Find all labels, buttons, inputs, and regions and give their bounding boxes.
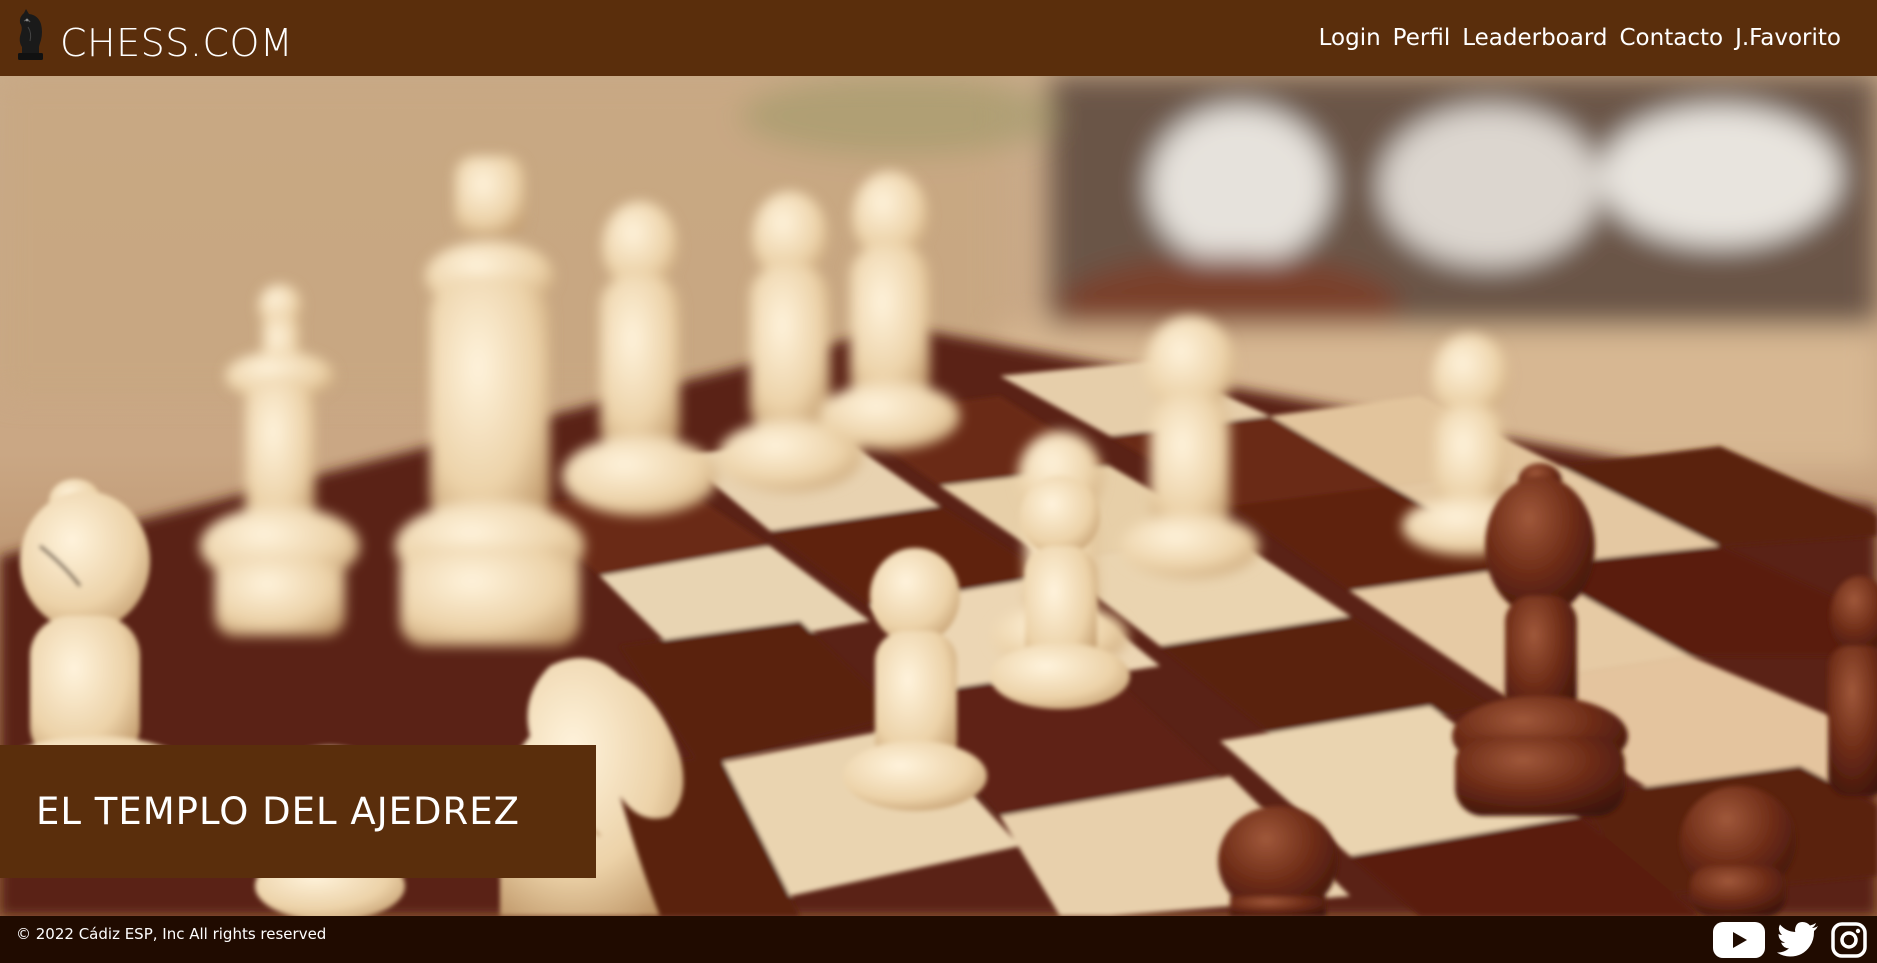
footer: © 2022 Cádiz ESP, Inc All rights reserve… <box>0 916 1877 963</box>
brand[interactable]: CHESS.COM <box>10 0 293 76</box>
twitter-icon[interactable] <box>1777 921 1819 958</box>
top-navbar: CHESS.COM Login Perfil Leaderboard Conta… <box>0 0 1877 76</box>
hero-title: EL TEMPLO DEL AJEDREZ <box>36 790 520 833</box>
hero-banner: EL TEMPLO DEL AJEDREZ <box>0 745 596 878</box>
hero-section: EL TEMPLO DEL AJEDREZ <box>0 76 1877 916</box>
nav-login[interactable]: Login <box>1319 25 1381 51</box>
brand-title: CHESS.COM <box>60 21 294 65</box>
nav-contacto[interactable]: Contacto <box>1620 25 1724 51</box>
nav-jugador-favorito[interactable]: J.Favorito <box>1735 25 1841 51</box>
nav-perfil[interactable]: Perfil <box>1393 25 1451 51</box>
copyright-text: © 2022 Cádiz ESP, Inc All rights reserve… <box>16 924 327 943</box>
nav-leaderboard[interactable]: Leaderboard <box>1462 25 1607 51</box>
knight-icon <box>10 3 50 61</box>
instagram-icon[interactable] <box>1831 921 1867 958</box>
social-links <box>1713 921 1867 958</box>
main-nav: Login Perfil Leaderboard Contacto J.Favo… <box>1319 25 1841 51</box>
youtube-icon[interactable] <box>1713 921 1765 958</box>
